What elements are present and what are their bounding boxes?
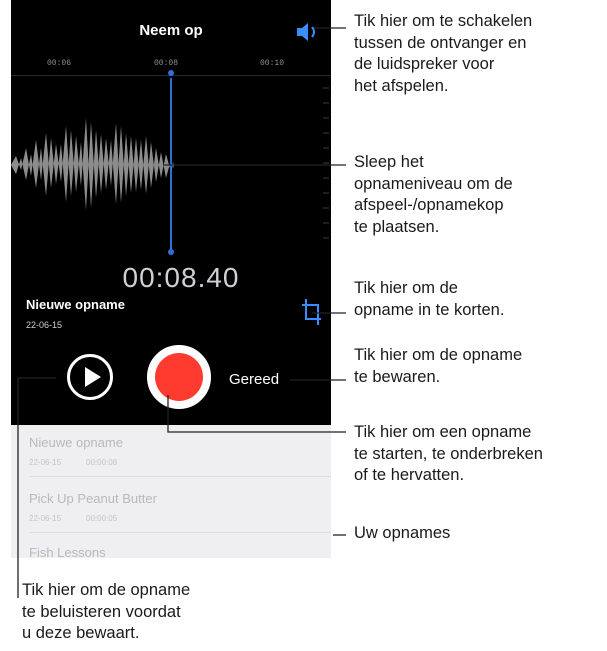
callout-playhead: Sleep het opnameniveau om de afspeel-/op… [354,153,513,236]
callout-lines [17,27,346,598]
callout-list: Uw opnames [354,524,451,542]
callout-trim: Tik hier om de opname in te korten. [354,279,505,319]
callout-play: Tik hier om de opname te beluisteren voo… [22,581,191,642]
callout-speaker: Tik hier om te schakelen tussen de ontva… [354,12,533,95]
callout-record: Tik hier om een opname te starten, te on… [354,423,543,484]
callout-done: Tik hier om de opname te bewaren. [354,346,523,386]
